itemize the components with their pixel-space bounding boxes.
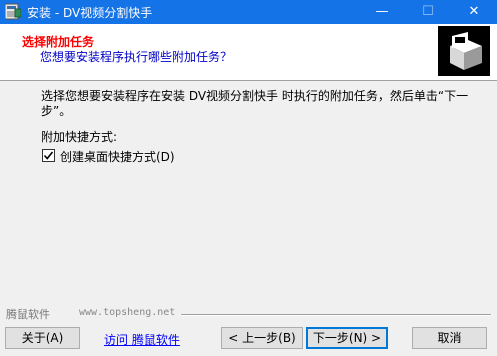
visit-website-link[interactable]: 访问 腾鼠软件 [104,331,180,348]
brand-name: 腾鼠软件 [6,308,50,321]
title-bar[interactable]: 安装 - DV视频分割快手 — ☐ ✕ [0,0,497,24]
desktop-shortcut-label: 创建桌面快捷方式(D) [60,150,175,164]
checkmark-icon [43,151,54,160]
cancel-button[interactable]: 取消 [412,327,487,349]
close-button[interactable]: ✕ [452,0,496,24]
brand-url: www.topsheng.net [79,307,176,318]
wizard-header: 选择附加任务 您想要安装程序执行哪些附加任务？ [0,24,497,81]
minimize-button[interactable]: — [360,0,404,24]
next-button[interactable]: 下一步(N) > [306,327,388,349]
page-subtitle: 您想要安装程序执行哪些附加任务？ [40,50,233,64]
footer-divider [181,314,491,316]
desktop-shortcut-checkbox[interactable] [42,149,55,162]
installer-app-icon [4,3,22,20]
shortcut-group-label: 附加快捷方式: [41,130,118,144]
task-description: 选择您想要安装程序在安装 DV视频分割快手 时执行的附加任务，然后单击“下一步”… [41,89,469,118]
installer-box-logo-icon [438,26,490,76]
back-button[interactable]: < 上一步(B) [221,327,303,349]
about-button[interactable]: 关于(A) [5,327,80,349]
maximize-button[interactable]: ☐ [406,0,450,24]
window-title: 安装 - DV视频分割快手 [27,6,153,20]
